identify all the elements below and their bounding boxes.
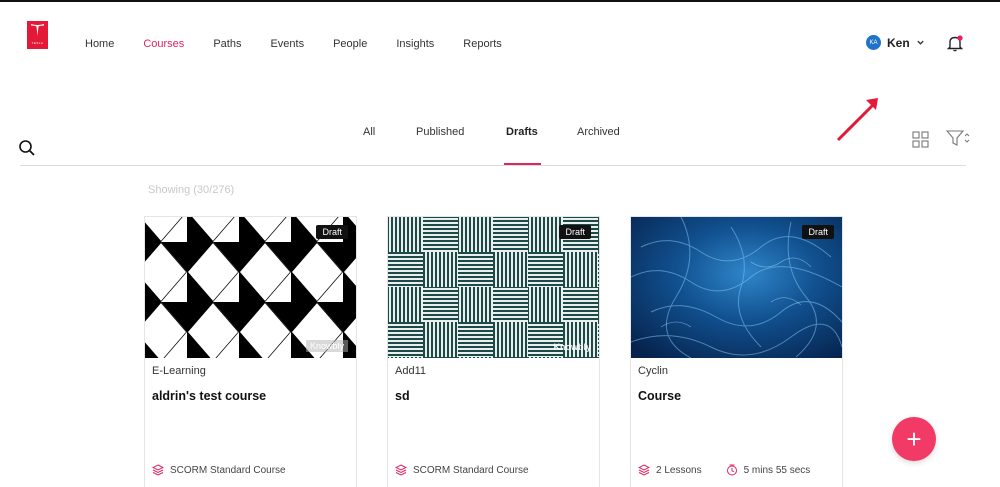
logo-wordmark: TESLA bbox=[31, 41, 44, 45]
user-menu[interactable]: KA Ken bbox=[866, 35, 925, 50]
course-card[interactable]: Draft Knowbly Add11 sd SCORM Standard Co… bbox=[387, 216, 600, 487]
course-card[interactable]: Draft Cyclin Course 2 Lessons 5 mins 55 … bbox=[630, 216, 843, 487]
layers-icon bbox=[395, 464, 407, 476]
tab-archived[interactable]: Archived bbox=[577, 126, 620, 138]
grid-view-icon[interactable] bbox=[912, 131, 929, 148]
main-nav: Home Courses Paths Events People Insight… bbox=[85, 38, 531, 50]
avatar: KA bbox=[866, 35, 881, 50]
nav-events[interactable]: Events bbox=[270, 38, 304, 50]
filter-icon[interactable] bbox=[946, 129, 970, 148]
nav-courses[interactable]: Courses bbox=[143, 38, 184, 50]
nav-home[interactable]: Home bbox=[85, 38, 114, 50]
user-name: Ken bbox=[887, 35, 910, 50]
course-thumbnail: Draft Knowbly bbox=[388, 217, 599, 358]
status-badge: Draft bbox=[559, 225, 591, 239]
search-icon[interactable] bbox=[18, 139, 36, 157]
annotation-arrow bbox=[836, 98, 878, 142]
tab-drafts[interactable]: Drafts bbox=[506, 126, 538, 138]
course-duration: 5 mins 55 secs bbox=[743, 464, 811, 476]
tab-all[interactable]: All bbox=[363, 126, 375, 138]
results-count: Showing (30/276) bbox=[148, 184, 235, 196]
nav-paths[interactable]: Paths bbox=[213, 38, 241, 50]
course-title: aldrin's test course bbox=[152, 389, 267, 403]
clock-icon bbox=[726, 464, 737, 476]
layers-icon bbox=[638, 464, 650, 476]
course-meta: 2 Lessons 5 mins 55 secs bbox=[638, 464, 810, 476]
chevron-down-icon bbox=[916, 40, 924, 45]
bell-icon[interactable] bbox=[946, 34, 964, 52]
course-title: Course bbox=[638, 389, 682, 403]
nav-reports[interactable]: Reports bbox=[463, 38, 502, 50]
status-badge: Draft bbox=[802, 225, 834, 239]
course-category: Cyclin bbox=[638, 365, 668, 377]
course-meta: SCORM Standard Course bbox=[395, 464, 529, 476]
course-thumbnail: Draft Knowbly bbox=[145, 217, 356, 358]
lesson-count: 2 Lessons bbox=[656, 464, 702, 476]
course-category: E-Learning bbox=[152, 365, 206, 377]
course-card[interactable]: Draft Knowbly E-Learning aldrin's test c… bbox=[144, 216, 357, 487]
course-category: Add11 bbox=[395, 365, 426, 377]
course-type: SCORM Standard Course bbox=[413, 464, 529, 476]
layers-icon bbox=[152, 464, 164, 476]
tabs-divider bbox=[20, 165, 966, 166]
tesla-logo[interactable]: TESLA bbox=[27, 21, 48, 49]
nav-insights[interactable]: Insights bbox=[396, 38, 434, 50]
tesla-t-icon bbox=[31, 24, 44, 36]
status-badge: Draft bbox=[316, 225, 348, 239]
course-thumbnail: Draft bbox=[631, 217, 842, 358]
course-meta: SCORM Standard Course bbox=[152, 464, 286, 476]
tab-published[interactable]: Published bbox=[416, 126, 464, 138]
course-type: SCORM Standard Course bbox=[170, 464, 286, 476]
nav-people[interactable]: People bbox=[333, 38, 367, 50]
thumbnail-watermark: Knowbly bbox=[553, 342, 592, 352]
thumbnail-watermark: Knowbly bbox=[305, 340, 348, 352]
add-course-button[interactable]: + bbox=[892, 417, 936, 461]
course-title: sd bbox=[395, 389, 410, 403]
